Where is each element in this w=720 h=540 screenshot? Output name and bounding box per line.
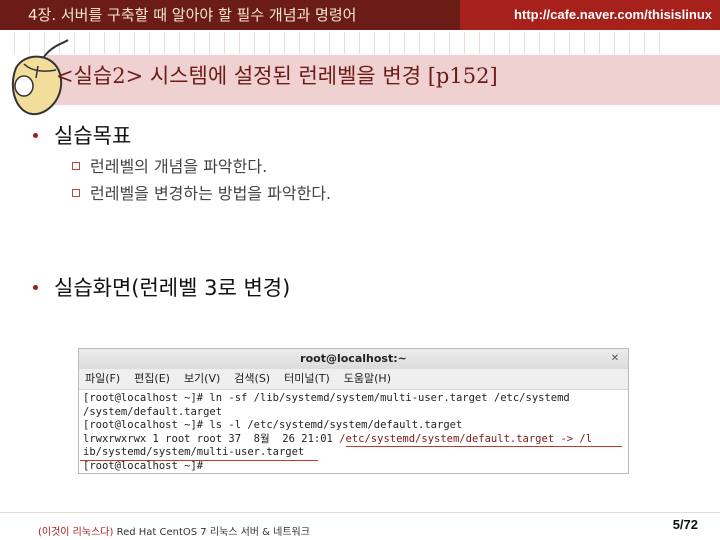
slide-header: 4장. 서버를 구축할 때 알아야 할 필수 개념과 명령어 http://ca… [0, 0, 720, 30]
terminal-line: [root@localhost ~]# ln -sf /lib/systemd/… [83, 392, 570, 404]
goals-heading: 실습목표 [54, 124, 132, 148]
menu-edit[interactable]: 편집(E) [134, 369, 170, 389]
bullet-goals: 실습목표 [33, 120, 131, 150]
menu-terminal[interactable]: 터미널(T) [284, 369, 330, 389]
slide-title: <실습2> 시스템에 설정된 런레벨을 변경 [p152] [56, 64, 498, 88]
terminal-line: lrwxrwxrwx 1 root root 37 8월 26 21:01 /e… [83, 432, 593, 445]
screen-heading: 실습화면(런레벨 3로 변경) [54, 276, 291, 300]
symlink-target: /etc/systemd/system/default.target -> /l [339, 432, 593, 445]
footer-text: (이것이 리눅스다) Red Hat CentOS 7 리눅스 서버 & 네트워… [38, 527, 310, 538]
bullet-dot [33, 132, 38, 138]
decorative-ruler [10, 32, 714, 54]
page-number: 5/72 [672, 517, 698, 532]
terminal-window[interactable]: root@localhost:~ ✕ 파일(F) 편집(E) 보기(V) 검색(… [78, 348, 629, 474]
footer-divider [0, 512, 720, 513]
square-bullet-icon [72, 188, 80, 197]
book-brand: (이것이 리눅스다) [38, 527, 114, 538]
cafe-url[interactable]: http://cafe.naver.com/thisislinux [460, 0, 720, 30]
list-item: 런레벨을 변경하는 방법을 파악한다. [72, 180, 331, 204]
chapter-title: 4장. 서버를 구축할 때 알아야 할 필수 개념과 명령어 [0, 0, 460, 30]
square-bullet-icon [72, 161, 80, 170]
terminal-titlebar[interactable]: root@localhost:~ ✕ [79, 349, 628, 369]
menu-help[interactable]: 도움말(H) [344, 369, 391, 389]
underline-annotation [80, 460, 318, 461]
menu-search[interactable]: 검색(S) [234, 369, 270, 389]
menu-file[interactable]: 파일(F) [85, 369, 120, 389]
terminal-menubar: 파일(F) 편집(E) 보기(V) 검색(S) 터미널(T) 도움말(H) [79, 369, 628, 390]
terminal-line: ib/systemd/system/multi-user.target [83, 446, 305, 458]
underline-annotation [346, 446, 622, 447]
terminal-line: [root@localhost ~]# [83, 459, 210, 472]
terminal-line: /system/default.target [83, 405, 223, 418]
close-icon[interactable]: ✕ [608, 352, 622, 366]
terminal-line: [root@localhost ~]# ls -l /etc/systemd/s… [83, 419, 463, 431]
bullet-screen: 실습화면(런레벨 3로 변경) [33, 272, 290, 302]
terminal-title: root@localhost:~ [300, 352, 407, 365]
list-item: 런레벨의 개념을 파악한다. [72, 153, 267, 177]
menu-view[interactable]: 보기(V) [184, 369, 220, 389]
bullet-dot [33, 284, 38, 290]
terminal-output[interactable]: [root@localhost ~]# ln -sf /lib/systemd/… [79, 390, 628, 473]
